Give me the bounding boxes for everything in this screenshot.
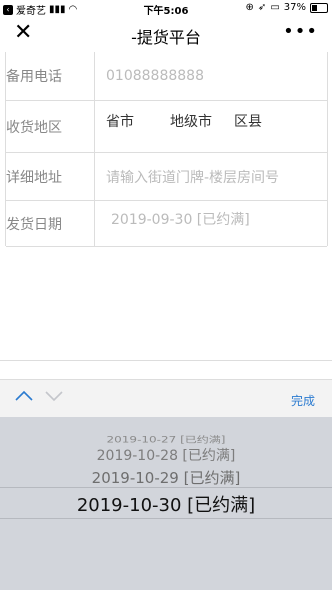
screen-mirror-icon: ▭ — [270, 2, 280, 13]
address-label: 详细地址 — [6, 153, 95, 201]
divider — [0, 360, 332, 361]
ship-date-row: 发货日期 2019-09-30 [已约满] — [6, 200, 327, 247]
backup-phone-label: 备用电话 — [6, 52, 95, 100]
ship-date-label: 发货日期 — [6, 201, 95, 246]
delivery-form: 备用电话 01088888888 收货地区 省市 地级市 区县 详细地址 请输入… — [5, 52, 328, 247]
done-button[interactable]: 完成 — [291, 392, 315, 409]
picker-option[interactable]: 2019-10-29 [已约满] — [0, 467, 332, 488]
address-input[interactable]: 请输入街道门牌-楼层房间号 — [106, 153, 279, 201]
selection-line-bottom — [0, 518, 332, 519]
region-label: 收货地区 — [6, 101, 95, 153]
more-icon[interactable]: ••• — [283, 23, 318, 41]
status-bar: ‹ 爱奇艺 ▮▮▮ ◠ 下午5:06 ⊕ ➶ ▭ 37% — [0, 0, 332, 17]
picker-option-selected[interactable]: 2019-10-30 [已约满] — [0, 491, 332, 517]
picker-option[interactable]: 2019-10-28 [已约满] — [0, 445, 332, 465]
region-selectors: 省市 地级市 区县 — [106, 111, 262, 131]
backup-phone-row: 备用电话 01088888888 — [6, 52, 327, 100]
region-row: 收货地区 省市 地级市 区县 — [6, 100, 327, 153]
address-row: 详细地址 请输入街道门牌-楼层房间号 — [6, 152, 327, 201]
selection-line-top — [0, 487, 332, 488]
ship-date-field[interactable]: 2019-09-30 [已约满] — [111, 201, 250, 254]
date-picker-wheel[interactable]: 2019-10-27 [已约满] 2019-10-28 [已约满] 2019-1… — [0, 417, 332, 590]
battery-percent: 37% — [283, 2, 306, 13]
picker-option[interactable]: 2019-10-27 [已约满] — [0, 434, 332, 446]
county-select[interactable]: 区县 — [234, 111, 262, 131]
battery-icon — [310, 2, 328, 13]
chevron-down-icon[interactable] — [45, 390, 63, 402]
navigation-bar: ✕ -提货平台 ••• — [0, 16, 332, 52]
province-select[interactable]: 省市 — [106, 111, 170, 131]
picker-toolbar: 完成 — [0, 379, 332, 418]
backup-phone-input[interactable]: 01088888888 — [106, 52, 204, 100]
location-icon: ➶ — [257, 2, 267, 13]
lock-rotation-icon: ⊕ — [245, 2, 254, 13]
chevron-up-icon[interactable] — [15, 390, 33, 402]
city-select[interactable]: 地级市 — [170, 111, 234, 131]
